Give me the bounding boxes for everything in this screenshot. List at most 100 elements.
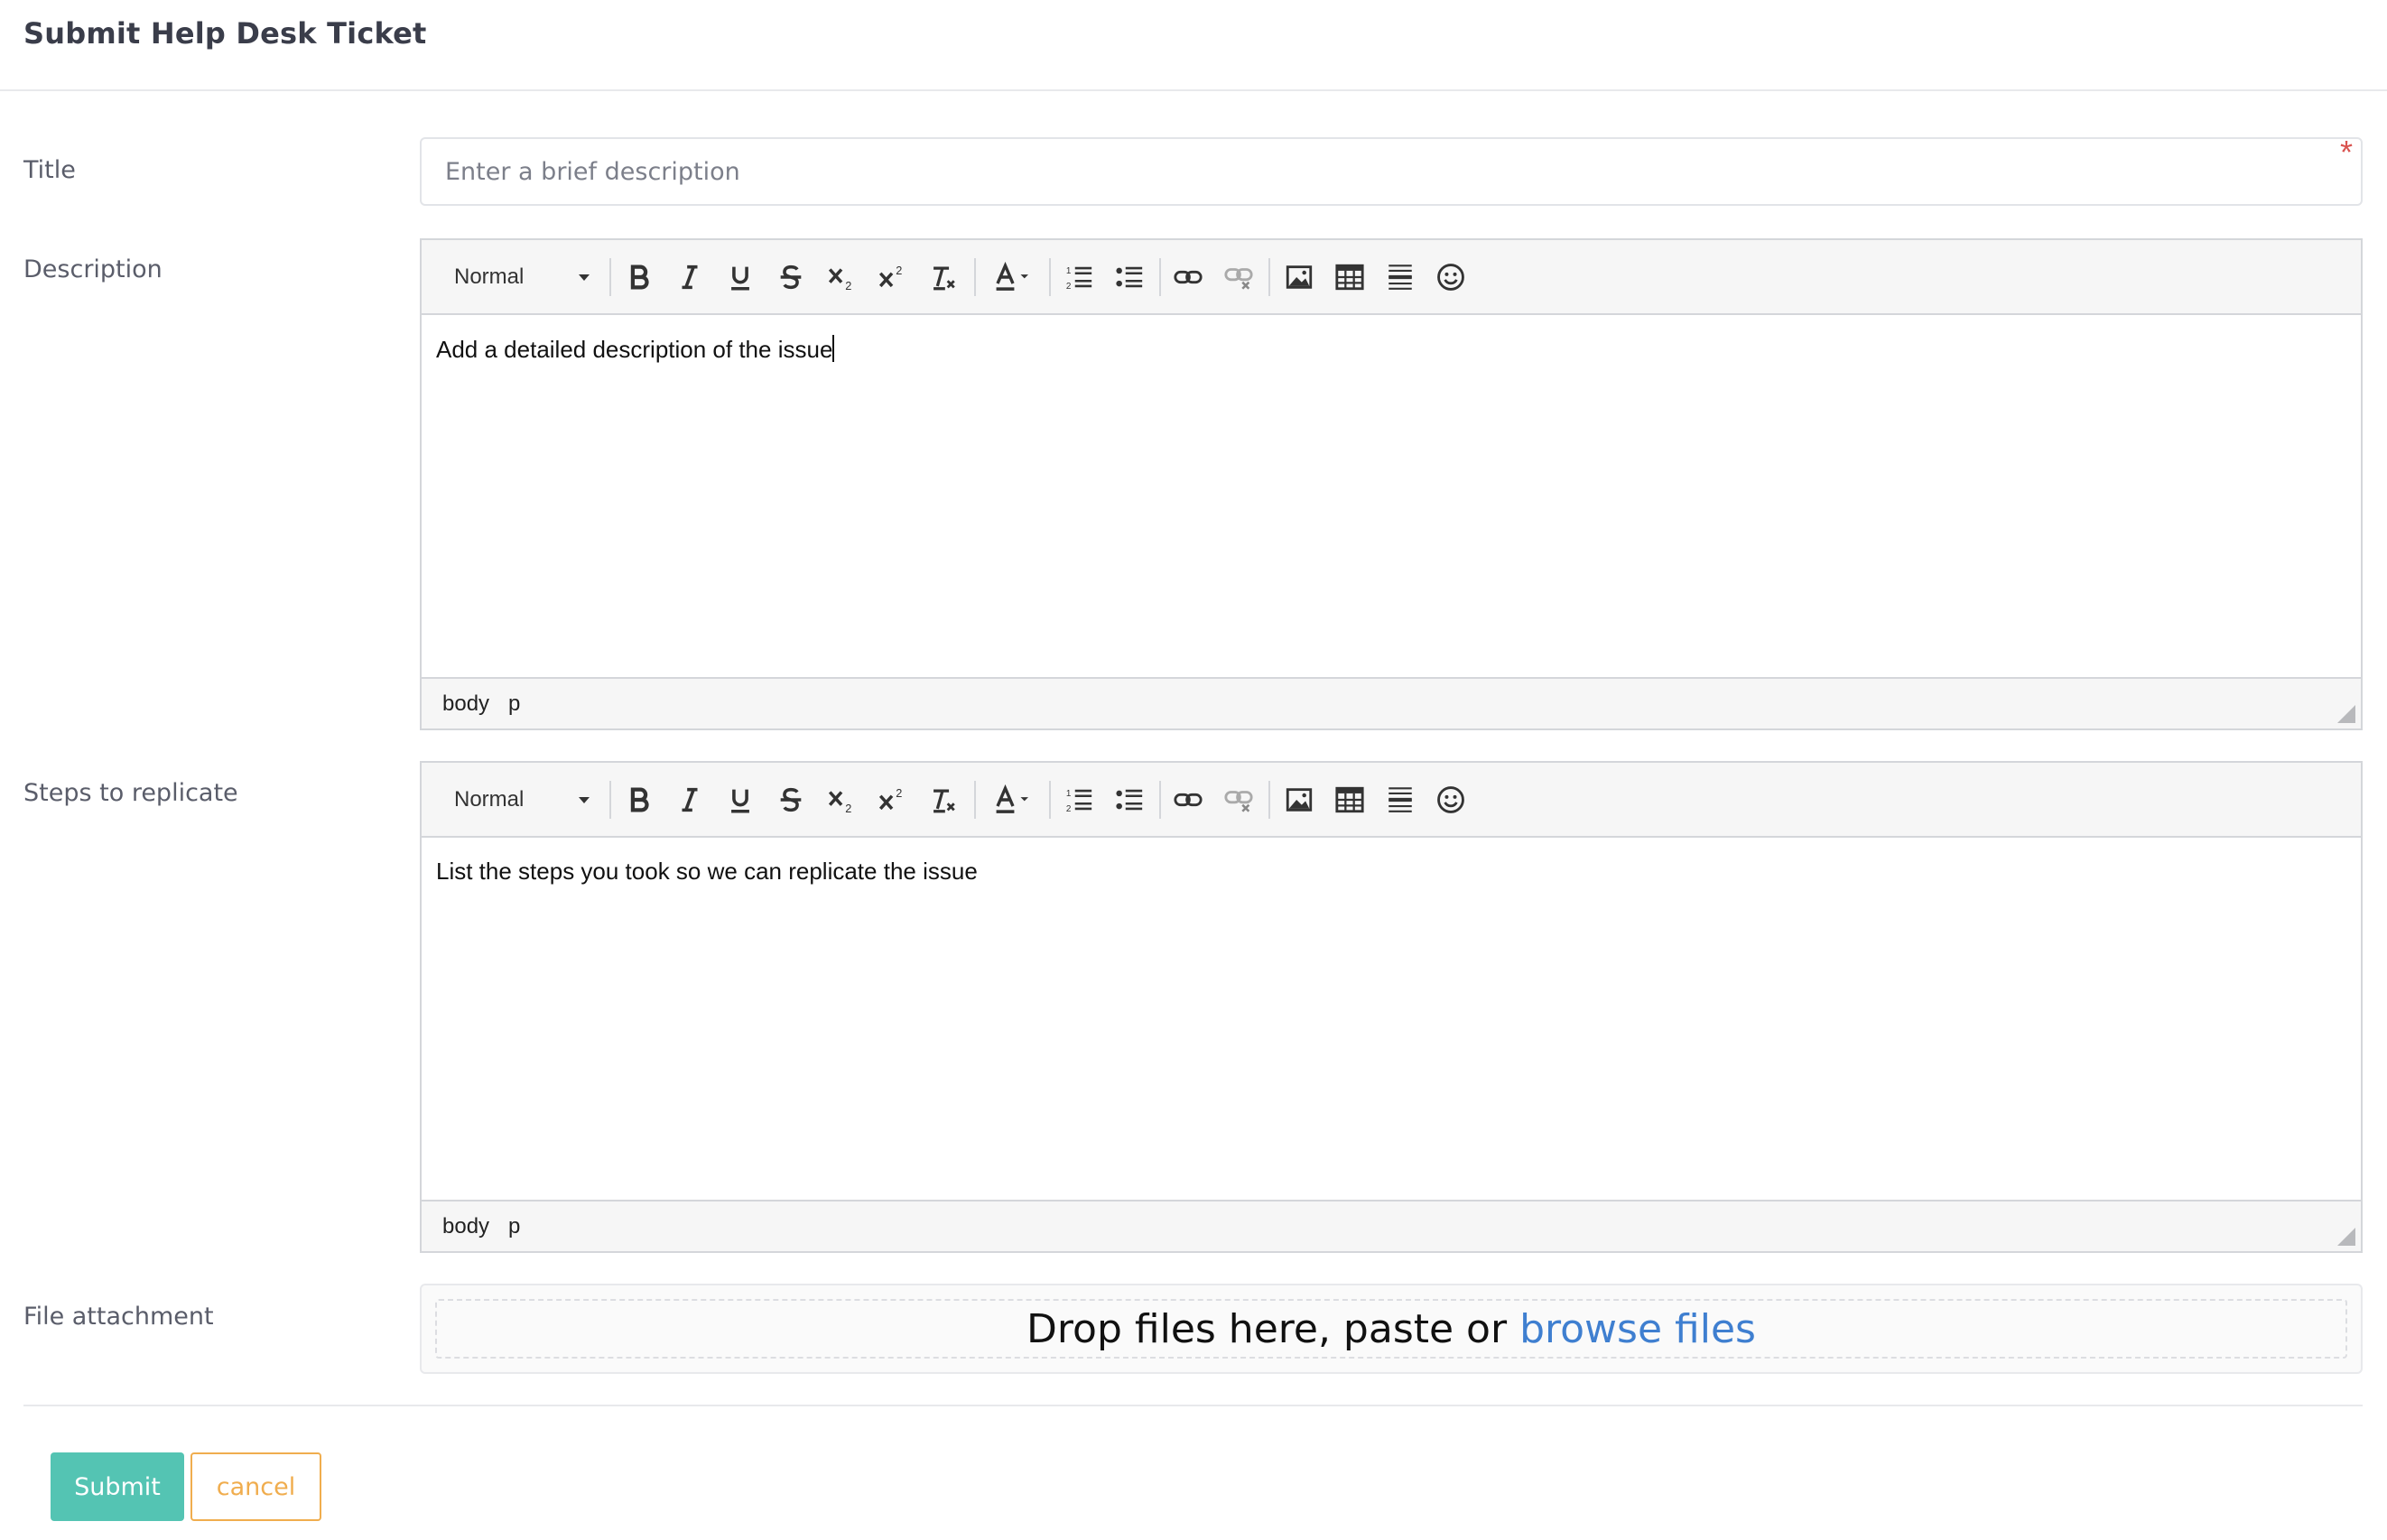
underline-button[interactable] [720, 781, 760, 819]
path-item-body[interactable]: body [442, 1214, 489, 1239]
bullet-list-button[interactable] [1110, 258, 1149, 296]
format-select[interactable]: Normal [454, 260, 590, 294]
clear-format-icon [933, 266, 955, 291]
italic-button[interactable] [670, 781, 710, 819]
image-button[interactable] [1279, 258, 1319, 296]
format-select-value: Normal [454, 264, 525, 289]
link-button[interactable] [1168, 781, 1208, 819]
numbered-list-button[interactable]: 12 [1059, 258, 1099, 296]
subscript-icon: 2 [828, 791, 851, 815]
table-button[interactable] [1330, 781, 1370, 819]
numbered-list-icon: 12 [1066, 266, 1092, 292]
table-icon [1335, 786, 1364, 813]
emoji-button[interactable] [1431, 781, 1471, 819]
required-indicator: * [2340, 134, 2354, 171]
toolbar-divider [974, 781, 976, 819]
subscript-button[interactable]: 2 [822, 258, 861, 296]
steps-editor: Normal 2 2 12 List the steps you took so… [420, 761, 2363, 1253]
text-color-button[interactable] [985, 781, 1041, 819]
toolbar-divider [1049, 781, 1051, 819]
svg-text:2: 2 [1066, 804, 1072, 814]
underline-button[interactable] [720, 258, 760, 296]
horizontal-rule-button[interactable] [1380, 258, 1420, 296]
strikethrough-button[interactable] [771, 258, 811, 296]
form-divider [23, 1405, 2363, 1406]
unlink-icon [1224, 791, 1253, 812]
clear-format-button[interactable] [923, 781, 962, 819]
link-button[interactable] [1168, 258, 1208, 296]
title-label: Title [23, 156, 76, 184]
path-item-p[interactable]: p [508, 1214, 520, 1239]
strikethrough-icon [780, 787, 802, 812]
superscript-button[interactable]: 2 [872, 781, 912, 819]
steps-text: List the steps you took so we can replic… [436, 858, 978, 885]
toolbar-divider [1268, 781, 1270, 819]
svg-text:2: 2 [845, 802, 851, 815]
editor-statusbar: body p [422, 677, 2361, 728]
emoji-icon [1437, 264, 1464, 291]
table-icon [1335, 264, 1364, 291]
bullet-list-icon [1116, 266, 1143, 288]
numbered-list-button[interactable]: 12 [1059, 781, 1099, 819]
description-editor: Normal 2 2 12 Add a detailed description… [420, 238, 2363, 730]
image-icon [1286, 788, 1313, 812]
drop-text: Drop files here, paste or [1026, 1305, 1520, 1352]
table-button[interactable] [1330, 258, 1370, 296]
title-input[interactable] [420, 137, 2363, 206]
italic-icon [682, 264, 698, 290]
submit-button[interactable]: Submit [51, 1452, 184, 1521]
image-button[interactable] [1279, 781, 1319, 819]
superscript-button[interactable]: 2 [872, 258, 912, 296]
editor-statusbar: body p [422, 1200, 2361, 1251]
bold-icon [630, 264, 649, 290]
strikethrough-button[interactable] [771, 781, 811, 819]
superscript-icon: 2 [878, 264, 902, 288]
toolbar-divider [974, 258, 976, 296]
cancel-button[interactable]: cancel [190, 1452, 321, 1521]
text-color-button[interactable] [985, 258, 1041, 296]
horizontal-rule-icon [1389, 787, 1412, 812]
toolbar-divider [609, 781, 611, 819]
format-select[interactable]: Normal [454, 783, 590, 817]
svg-text:2: 2 [896, 786, 902, 800]
toolbar-divider [1159, 258, 1161, 296]
steps-content[interactable]: List the steps you took so we can replic… [422, 838, 2361, 905]
subscript-button[interactable]: 2 [822, 781, 861, 819]
image-icon [1286, 265, 1313, 289]
path-item-p[interactable]: p [508, 691, 520, 717]
underline-icon [731, 266, 749, 291]
bold-icon [630, 787, 649, 812]
bullet-list-icon [1116, 789, 1143, 811]
file-drop-area[interactable]: Drop files here, paste or browse files [435, 1299, 2347, 1359]
bullet-list-button[interactable] [1110, 781, 1149, 819]
italic-button[interactable] [670, 258, 710, 296]
description-text: Add a detailed description of the issue [436, 336, 833, 363]
numbered-list-icon: 12 [1066, 789, 1092, 814]
page-header: Submit Help Desk Ticket [0, 0, 2387, 91]
unlink-button[interactable] [1219, 781, 1259, 819]
browse-files-link[interactable]: browse files [1519, 1306, 1756, 1352]
svg-text:1: 1 [1066, 789, 1072, 799]
svg-text:2: 2 [896, 264, 902, 277]
emoji-icon [1437, 786, 1464, 813]
superscript-icon: 2 [878, 786, 902, 811]
page-title: Submit Help Desk Ticket [23, 16, 427, 51]
clear-format-button[interactable] [923, 258, 962, 296]
horizontal-rule-icon [1389, 264, 1412, 290]
text-cursor [832, 335, 835, 362]
resize-handle[interactable] [2337, 1228, 2355, 1246]
path-item-body[interactable]: body [442, 691, 489, 717]
description-content[interactable]: Add a detailed description of the issue [422, 315, 2361, 384]
description-label: Description [23, 255, 163, 283]
toolbar-divider [1159, 781, 1161, 819]
bold-button[interactable] [619, 258, 659, 296]
resize-handle[interactable] [2337, 705, 2355, 723]
horizontal-rule-button[interactable] [1380, 781, 1420, 819]
toolbar-divider [1268, 258, 1270, 296]
format-select-value: Normal [454, 787, 525, 812]
unlink-button[interactable] [1219, 258, 1259, 296]
bold-button[interactable] [619, 781, 659, 819]
italic-icon [682, 787, 698, 812]
editor-toolbar: Normal 2 2 12 [422, 240, 2361, 315]
emoji-button[interactable] [1431, 258, 1471, 296]
